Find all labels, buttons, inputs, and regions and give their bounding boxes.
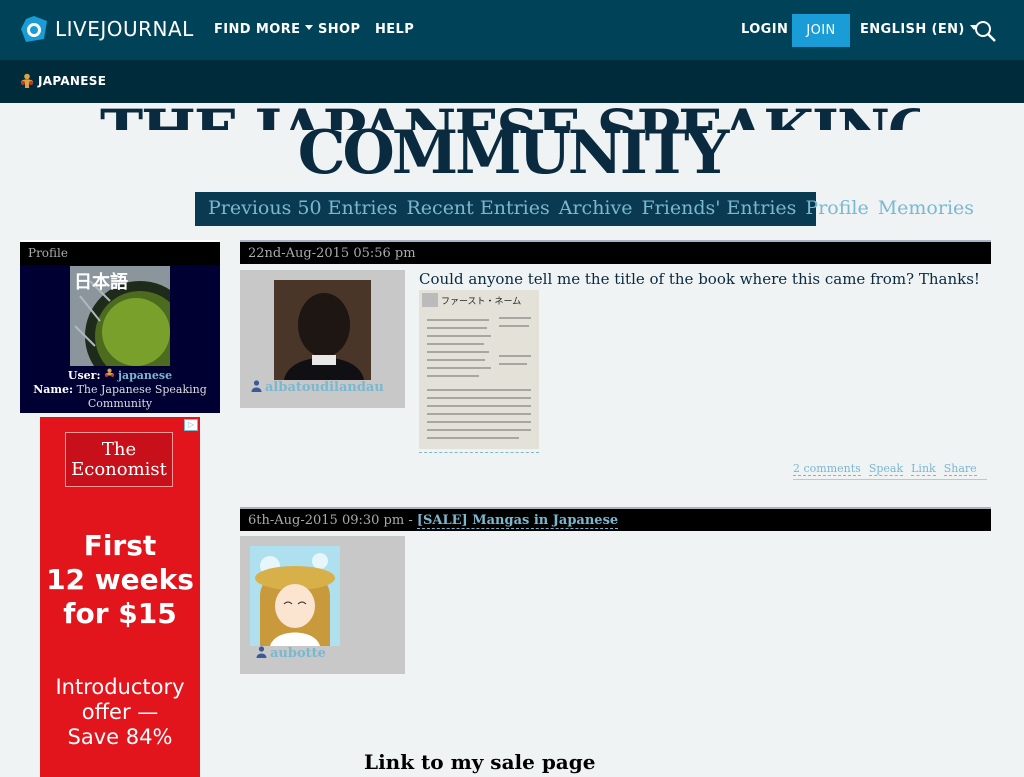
- profile-link[interactable]: Profile: [805, 197, 868, 219]
- economist-logo: The Economist: [65, 432, 173, 487]
- book-page-image[interactable]: ファースト・ネーム: [419, 290, 539, 449]
- language-selector[interactable]: ENGLISH (EN): [860, 22, 978, 37]
- page-title: COMMUNITY: [297, 118, 730, 188]
- find-more-menu[interactable]: FIND MORE: [214, 22, 314, 37]
- share-link[interactable]: Share: [943, 462, 977, 476]
- community-name: JAPANESE: [38, 74, 107, 88]
- comments-link[interactable]: 2 comments: [793, 462, 861, 476]
- friends-entries-link[interactable]: Friends' Entries: [642, 197, 797, 219]
- search-icon[interactable]: [974, 20, 996, 42]
- userpic[interactable]: [274, 280, 371, 380]
- entry-actions: 2 comments Speak Link Share: [793, 462, 977, 476]
- link-link[interactable]: Link: [911, 462, 936, 476]
- entry-divider: [793, 479, 987, 480]
- chevron-down-icon: [305, 25, 314, 30]
- adchoices-icon[interactable]: ▷: [184, 419, 198, 431]
- speak-link[interactable]: Speak: [868, 462, 904, 476]
- userpic[interactable]: [250, 546, 340, 646]
- entry-date: 22nd-Aug-2015 05:56 pm: [248, 246, 416, 261]
- livejournal-logo[interactable]: LIVEJOURNAL: [20, 15, 194, 43]
- image-link-underline: [419, 452, 539, 453]
- logo-text: LIVEJOURNAL: [55, 17, 194, 41]
- shop-link[interactable]: SHOP: [318, 22, 360, 37]
- community-link[interactable]: JAPANESE: [20, 73, 106, 89]
- header-separator: -: [404, 513, 417, 528]
- profile-heading: Profile: [20, 240, 220, 265]
- entry-poster[interactable]: albatoudilandau: [251, 380, 384, 395]
- memories-link[interactable]: Memories: [878, 197, 974, 219]
- user-icon: [256, 646, 267, 658]
- archive-link[interactable]: Archive: [559, 197, 633, 219]
- login-link[interactable]: LOGIN: [741, 22, 788, 37]
- community-userpic[interactable]: 日本語: [70, 266, 170, 366]
- economist-advertisement[interactable]: ▷ The Economist First 12 weeks for $15 Intr…: [40, 417, 200, 777]
- ad-headline: First 12 weeks for $15: [46, 529, 194, 630]
- entry-userpic-box: aubotte: [240, 536, 405, 674]
- book-page-scan: [419, 290, 539, 449]
- sale-page-link[interactable]: Link to my sale page: [364, 750, 595, 774]
- ad-offer-text: Introductory offer — Save 84%: [55, 675, 185, 749]
- user-name-link[interactable]: japanese: [118, 369, 172, 382]
- recent-entries-link[interactable]: Recent Entries: [407, 197, 550, 219]
- entry-date: 6th-Aug-2015 09:30 pm: [248, 513, 405, 528]
- profile-info: User: japanese Name: The Japanese Speaki…: [20, 368, 220, 411]
- entry-poster[interactable]: aubotte: [256, 646, 326, 661]
- community-icon: [105, 368, 114, 377]
- profile-box: Profile 日本語 User: japanese Name: The Jap…: [20, 240, 220, 413]
- previous-entries-link[interactable]: Previous 50 Entries: [208, 197, 398, 219]
- top-navigation-bar: LIVEJOURNAL FIND MORE SHOP HELP LOGIN JO…: [0, 0, 1024, 60]
- journal-nav-links: Previous 50 Entries Recent Entries Archive…: [208, 197, 983, 219]
- join-button[interactable]: JOIN: [792, 14, 850, 47]
- entry-header: 22nd-Aug-2015 05:56 pm: [240, 240, 991, 264]
- name-label: Name:: [33, 383, 74, 396]
- profile-image-text: 日本語: [74, 272, 128, 293]
- userpic-image: [274, 280, 371, 380]
- manga-girl-image: [250, 546, 340, 646]
- community-full-name: The Japanese Speaking Community: [76, 383, 207, 410]
- entry-subject-link[interactable]: [SALE] Mangas in Japanese: [416, 513, 619, 529]
- livejournal-logo-icon: [21, 16, 47, 42]
- entry-text: Could anyone tell me the title of the bo…: [419, 270, 980, 288]
- entry-userpic-box: albatoudilandau: [240, 270, 405, 408]
- entry-header: 6th-Aug-2015 09:30 pm - [SALE] Mangas in…: [240, 507, 991, 531]
- community-icon: [21, 73, 33, 88]
- user-icon: [251, 380, 262, 392]
- user-label: User:: [67, 369, 101, 382]
- book-page-heading: ファースト・ネーム: [441, 297, 522, 307]
- help-link[interactable]: HELP: [375, 22, 414, 37]
